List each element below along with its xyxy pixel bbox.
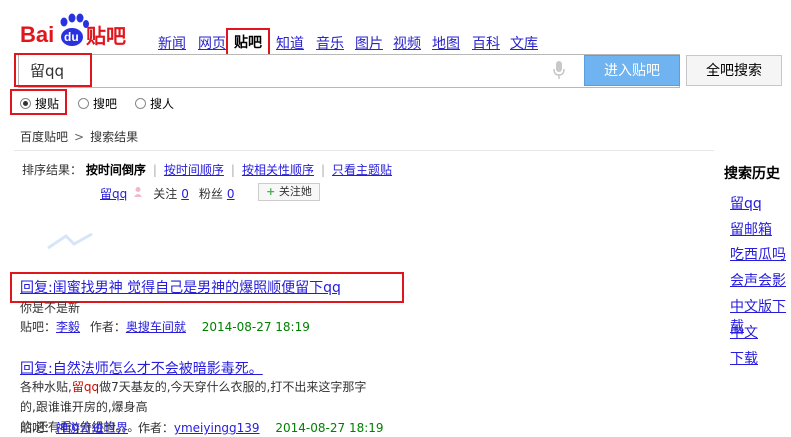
result-date: 2014-08-27 18:19 [275, 421, 384, 435]
radio-icon [135, 98, 146, 109]
nav-web[interactable]: 网页 [198, 33, 226, 53]
result-snippet: 你是不是新 [20, 301, 81, 315]
nav-music[interactable]: 音乐 [316, 33, 344, 53]
search-history-title: 搜索历史 [724, 166, 780, 182]
result-author-link[interactable]: 奥搜车间就 [126, 320, 186, 334]
history-item[interactable]: 下载 [730, 348, 758, 368]
radio-icon [78, 98, 89, 109]
search-value: 留qq [30, 62, 65, 80]
nav-baike[interactable]: 百科 [472, 33, 500, 53]
sort-bar: 排序结果： 按时间倒序 | 按时间顺序 | 按相关性顺序 | 只看主题贴 [22, 163, 393, 177]
breadcrumb: 百度贴吧 > 搜索结果 [20, 128, 138, 145]
sort-time-asc[interactable]: 按时间顺序 [164, 163, 224, 177]
result-bar-link[interactable]: 神游奇迹世界 [56, 421, 128, 435]
faded-decoration [44, 230, 96, 252]
fans-count[interactable]: 0 [227, 187, 235, 201]
svg-text:du: du [64, 30, 79, 44]
history-item[interactable]: 中文 [730, 322, 758, 342]
follow-label: 关注 [153, 187, 178, 201]
nav-video[interactable]: 视频 [393, 33, 421, 53]
history-item[interactable]: 会声会影 [730, 270, 786, 290]
history-item[interactable]: 吃西瓜吗 [730, 244, 786, 264]
result-meta: 贴吧：李毅 作者：奥搜车间就 2014-08-27 18:19 [20, 320, 310, 334]
nav-map[interactable]: 地图 [432, 33, 460, 53]
radio-search-posts[interactable]: 搜贴 [20, 95, 59, 112]
result-2: 回复:自然法师怎么才不会被暗影毒死。 [20, 358, 263, 378]
result-bar-link[interactable]: 李毅 [56, 320, 80, 334]
radio-search-bars[interactable]: 搜吧 [78, 95, 117, 112]
nav-zhidao[interactable]: 知道 [276, 33, 304, 53]
user-name[interactable]: 留qq [100, 185, 127, 202]
fans-label: 粉丝 [198, 187, 223, 201]
nav-tieba-label: 贴吧 [234, 35, 262, 51]
result-date: 2014-08-27 18:19 [201, 320, 310, 334]
baidu-logo[interactable]: Bai du 贴吧 [20, 10, 140, 50]
sort-label: 排序结果： [22, 163, 83, 177]
follow-her-button[interactable]: + 关注她 [258, 183, 320, 201]
history-item[interactable]: 留邮箱 [730, 219, 772, 239]
search-all-button[interactable]: 全吧搜索 [686, 55, 782, 86]
snippet-highlight: 留qq [71, 380, 100, 394]
divider [14, 150, 714, 151]
nav-images[interactable]: 图片 [355, 33, 383, 53]
sort-relevance[interactable]: 按相关性顺序 [242, 163, 314, 177]
sort-active: 按时间倒序 [85, 163, 146, 177]
breadcrumb-home[interactable]: 百度贴吧 [20, 130, 68, 144]
enter-tieba-button[interactable]: 进入贴吧 [584, 55, 680, 86]
history-item[interactable]: 留qq [730, 193, 762, 213]
radio-search-people[interactable]: 搜人 [135, 95, 174, 112]
microphone-icon[interactable] [552, 60, 566, 80]
svg-text:Bai: Bai [20, 22, 54, 47]
nav-news[interactable]: 新闻 [158, 33, 186, 53]
user-card: 留qq 关注 0 粉丝 0 [100, 185, 235, 202]
result-title[interactable]: 回复:闺蜜找男神 觉得自己是男神的爆照顺便留下qq [20, 280, 341, 296]
nav-wenku[interactable]: 文库 [510, 33, 538, 53]
breadcrumb-current: 搜索结果 [90, 130, 139, 144]
result-author-link[interactable]: ymeiyingg139 [174, 421, 260, 435]
result-title[interactable]: 回复:自然法师怎么才不会被暗影毒死。 [20, 361, 263, 377]
follow-count[interactable]: 0 [181, 187, 189, 201]
breadcrumb-sep: > [74, 130, 85, 144]
female-icon [133, 186, 143, 201]
svg-text:贴吧: 贴吧 [86, 24, 126, 48]
result-1: 回复:闺蜜找男神 觉得自己是男神的爆照顺便留下qq [20, 277, 341, 297]
search-input[interactable] [18, 54, 680, 88]
sort-threads-only[interactable]: 只看主题贴 [332, 163, 392, 177]
radio-checked-icon [20, 98, 31, 109]
plus-icon: + [266, 185, 276, 198]
